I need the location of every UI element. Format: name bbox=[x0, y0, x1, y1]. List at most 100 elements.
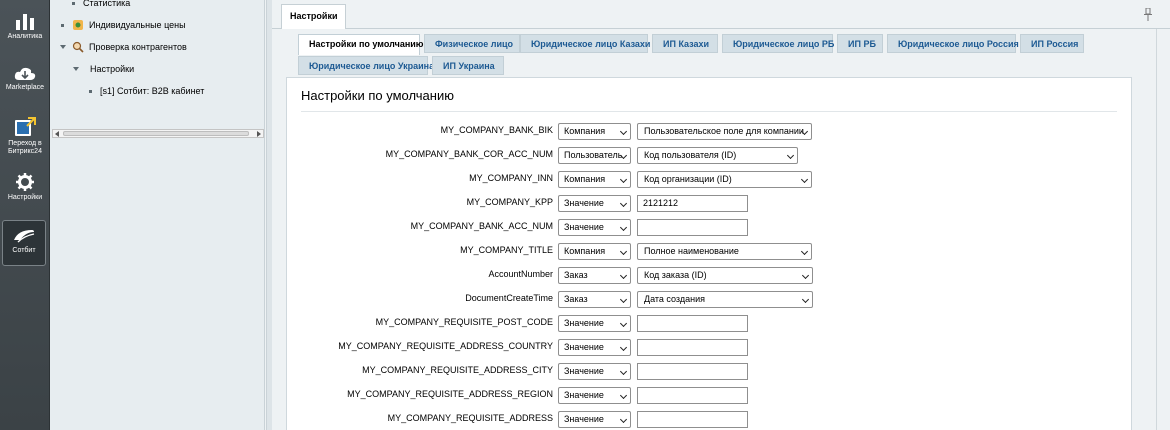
tab-ie-russia[interactable]: ИП Россия bbox=[1020, 34, 1084, 53]
pin-icon[interactable] bbox=[1144, 8, 1152, 21]
field-value-select[interactable]: Полное наименование bbox=[637, 243, 812, 260]
source-type-select[interactable]: Значение bbox=[558, 195, 631, 212]
field-row: MY_COMPANY_KPP Значение 2121212 bbox=[287, 195, 1133, 212]
field-value-select[interactable]: Код организации (ID) bbox=[637, 171, 812, 188]
tree-item-label: Статистика bbox=[83, 0, 131, 8]
tab-ie-ukraine[interactable]: ИП Украина bbox=[432, 56, 504, 75]
left-menu: Аналитика Marketplace Переход в Битрикс2… bbox=[0, 0, 50, 430]
source-type-select[interactable]: Значение bbox=[558, 315, 631, 332]
tab-individual[interactable]: Физическое лицо bbox=[424, 34, 520, 53]
expand-arrow-icon[interactable] bbox=[60, 45, 66, 49]
menu-item-settings[interactable]: Настройки bbox=[0, 173, 50, 202]
tab-legal-russia[interactable]: Юридическое лицо Россия bbox=[887, 34, 1019, 53]
field-value-input[interactable] bbox=[637, 411, 748, 428]
tab-settings-page[interactable]: Настройки bbox=[281, 4, 347, 29]
cloud-icon bbox=[14, 67, 36, 80]
select-value: Значение bbox=[564, 366, 604, 376]
field-row: MY_COMPANY_REQUISITE_ADDRESS_COUNTRY Зна… bbox=[287, 339, 1133, 356]
select-value: Значение bbox=[564, 414, 604, 424]
scroll-right-arrow-icon[interactable] bbox=[257, 131, 261, 137]
menu-item-bitrix24[interactable]: Переход в Битрикс24 bbox=[0, 117, 50, 156]
tree-item-individual-prices[interactable]: Индивидуальные цены bbox=[61, 19, 186, 31]
tree-item-counterparty-check[interactable]: Проверка контрагентов bbox=[60, 41, 187, 53]
menu-item-sotbit[interactable]: Сотбит bbox=[2, 220, 46, 266]
tree-item-label: [s1] Сотбит: B2B кабинет bbox=[100, 86, 205, 96]
panel-title: Настройки по умолчанию bbox=[301, 88, 454, 103]
field-value-select[interactable]: Дата создания bbox=[637, 291, 813, 308]
field-label: MY_COMPANY_REQUISITE_POST_CODE bbox=[375, 317, 553, 327]
tab-legal-ukraine[interactable]: Юридическое лицо Украина bbox=[298, 56, 434, 75]
tree-item-label: Настройки bbox=[90, 64, 135, 74]
field-value-input[interactable]: 2121212 bbox=[637, 195, 748, 212]
tree-horizontal-scrollbar[interactable] bbox=[52, 129, 264, 138]
field-value-input[interactable] bbox=[637, 339, 748, 356]
scroll-thumb[interactable] bbox=[63, 131, 249, 136]
expand-arrow-icon[interactable] bbox=[73, 67, 79, 71]
field-value-input[interactable] bbox=[637, 315, 748, 332]
top-tabs-bar: Настройки bbox=[272, 0, 1170, 29]
chevron-down-icon bbox=[619, 319, 628, 328]
tree-item-b2b-cabinet[interactable]: [s1] Сотбит: B2B кабинет bbox=[89, 86, 204, 96]
field-label: MY_COMPANY_REQUISITE_ADDRESS bbox=[387, 413, 553, 423]
menu-item-label: Переход в Битрикс24 bbox=[8, 140, 42, 155]
field-value-select[interactable]: Код заказа (ID) bbox=[637, 267, 813, 284]
field-label: MY_COMPANY_KPP bbox=[466, 197, 553, 207]
source-type-select[interactable]: Компания bbox=[558, 243, 631, 260]
field-value-input[interactable] bbox=[637, 219, 748, 236]
source-type-select[interactable]: Заказ bbox=[558, 267, 631, 284]
select-value: Компания bbox=[564, 126, 606, 136]
source-type-select[interactable]: Значение bbox=[558, 387, 631, 404]
chevron-down-icon bbox=[800, 175, 809, 184]
vertical-scrollbar[interactable] bbox=[1156, 29, 1170, 430]
select-value: Значение bbox=[564, 198, 604, 208]
main-area: Настройки Настройки по умолчанию Физичес… bbox=[272, 0, 1170, 430]
field-value-input[interactable] bbox=[637, 387, 748, 404]
field-row: MY_COMPANY_REQUISITE_POST_CODE Значение bbox=[287, 315, 1133, 332]
tab-default-settings[interactable]: Настройки по умолчанию bbox=[298, 34, 424, 55]
field-row: MY_COMPANY_BANK_BIK Компания Пользовател… bbox=[287, 123, 1133, 140]
source-type-select[interactable]: Заказ bbox=[558, 291, 631, 308]
source-type-select[interactable]: Значение bbox=[558, 411, 631, 428]
source-type-select[interactable]: Значение bbox=[558, 219, 631, 236]
tree-panel: Статистика Индивидуальные цены Проверка … bbox=[50, 0, 265, 430]
divider bbox=[301, 111, 1117, 112]
tree-item-statistics[interactable]: Статистика bbox=[72, 0, 130, 8]
field-value-input[interactable] bbox=[637, 363, 748, 380]
field-row: AccountNumber Заказ Код заказа (ID) bbox=[287, 267, 1133, 284]
field-label: MY_COMPANY_REQUISITE_ADDRESS_REGION bbox=[347, 389, 553, 399]
chevron-down-icon bbox=[619, 127, 628, 136]
chart-icon bbox=[16, 14, 34, 30]
menu-item-analytics[interactable]: Аналитика bbox=[0, 12, 50, 41]
sotbit-icon bbox=[14, 230, 35, 243]
field-row: MY_COMPANY_REQUISITE_ADDRESS_REGION Знач… bbox=[287, 387, 1133, 404]
scroll-left-arrow-icon[interactable] bbox=[55, 131, 59, 137]
field-label: MY_COMPANY_INN bbox=[469, 173, 553, 183]
chevron-down-icon bbox=[800, 247, 809, 256]
tab-ie-rb[interactable]: ИП РБ bbox=[837, 34, 883, 53]
field-row: MY_COMPANY_TITLE Компания Полное наимено… bbox=[287, 243, 1133, 260]
source-type-select[interactable]: Значение bbox=[558, 363, 631, 380]
select-value: Значение bbox=[564, 318, 604, 328]
field-label: MY_COMPANY_BANK_BIK bbox=[440, 125, 553, 135]
b24-icon bbox=[15, 117, 36, 136]
chevron-down-icon bbox=[619, 223, 628, 232]
tab-legal-rb[interactable]: Юридическое лицо РБ bbox=[722, 34, 834, 53]
tab-legal-kz[interactable]: Юридическое лицо Казахи bbox=[520, 34, 650, 53]
source-type-select[interactable]: Пользователь bbox=[558, 147, 631, 164]
tab-ie-kz[interactable]: ИП Казахи bbox=[652, 34, 718, 53]
select-value: Полное наименование bbox=[644, 246, 739, 256]
field-label: DocumentCreateTime bbox=[465, 293, 553, 303]
menu-item-label: Marketplace bbox=[5, 84, 45, 91]
source-type-select[interactable]: Компания bbox=[558, 171, 631, 188]
source-type-select[interactable]: Значение bbox=[558, 339, 631, 356]
field-value-select[interactable]: Пользовательское поле для компании bbox=[637, 123, 812, 140]
field-label: AccountNumber bbox=[488, 269, 553, 279]
source-type-select[interactable]: Компания bbox=[558, 123, 631, 140]
chevron-down-icon bbox=[619, 295, 628, 304]
tree-item-settings[interactable]: Настройки bbox=[73, 64, 134, 74]
menu-item-label: Сотбит bbox=[12, 247, 36, 254]
field-value-select[interactable]: Код пользователя (ID) bbox=[637, 147, 798, 164]
field-label: MY_COMPANY_REQUISITE_ADDRESS_COUNTRY bbox=[338, 341, 553, 351]
price-tag-icon bbox=[73, 20, 83, 30]
menu-item-marketplace[interactable]: Marketplace bbox=[0, 66, 50, 92]
